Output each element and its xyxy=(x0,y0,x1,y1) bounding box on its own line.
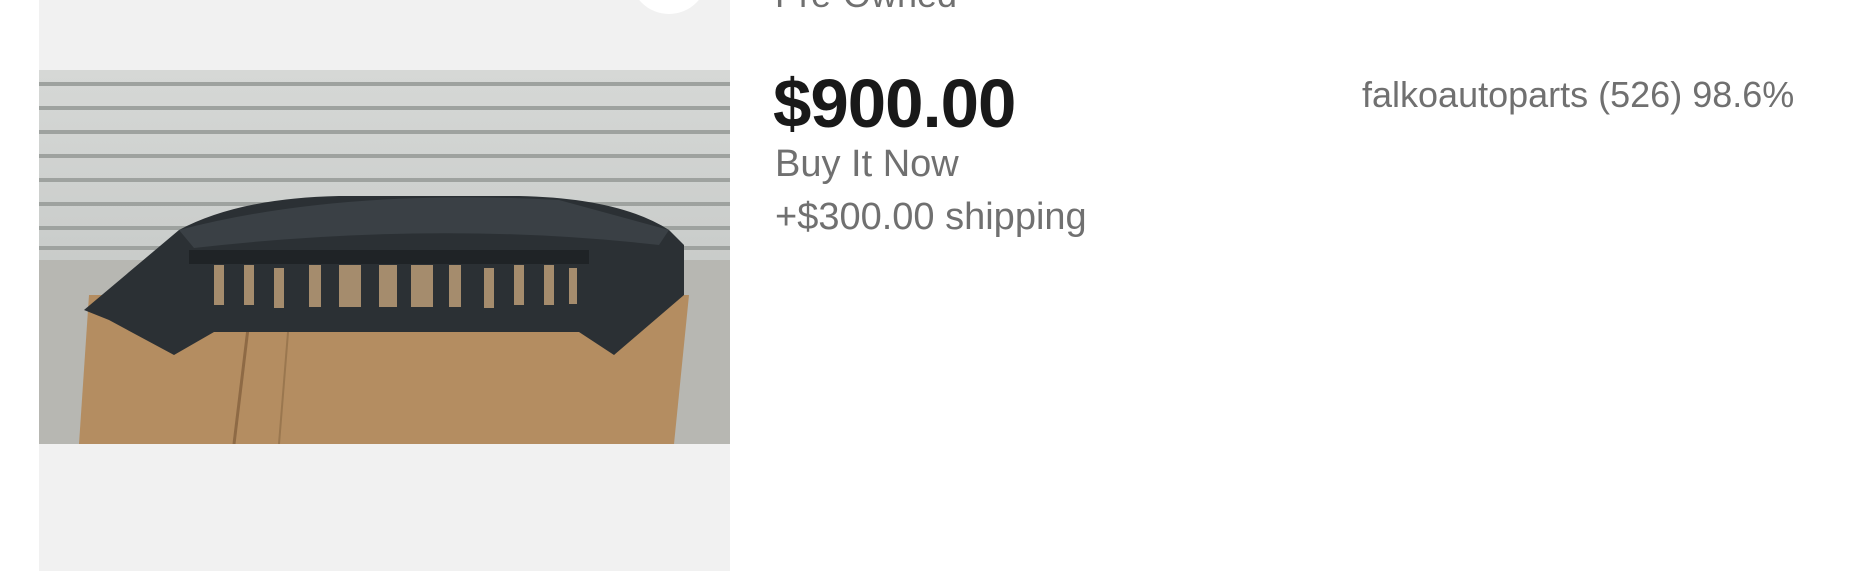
purchase-format-label: Buy It Now xyxy=(775,143,959,185)
listing-photo[interactable] xyxy=(39,70,730,444)
price-label: $900.00 xyxy=(773,65,1016,142)
condition-label: Pre-Owned xyxy=(775,0,957,16)
shipping-cost-label: +$300.00 shipping xyxy=(775,196,1087,238)
seller-info[interactable]: falkoautoparts (526) 98.6% xyxy=(1362,74,1794,116)
bumper-photo-illustration xyxy=(39,70,730,444)
